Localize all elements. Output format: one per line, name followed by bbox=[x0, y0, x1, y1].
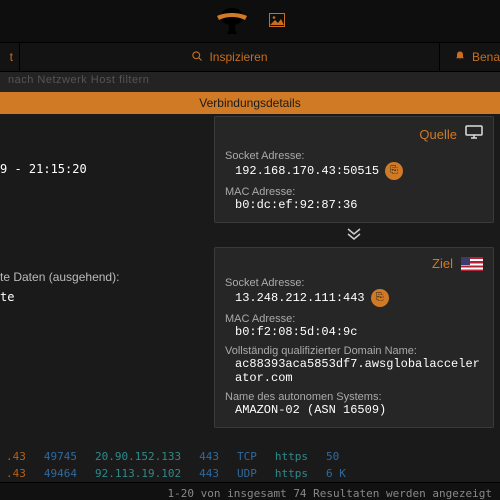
table-row[interactable]: .43 49745 20.90.152.133 443 TCP https 50 bbox=[0, 448, 500, 465]
dst-socket-value: 13.248.212.111:443 bbox=[235, 291, 365, 305]
tab-notify-label: Bena bbox=[472, 50, 500, 64]
tab-left-label: t bbox=[10, 50, 13, 64]
time-block: 9 - 21:15:20 bbox=[0, 160, 202, 178]
dest-card: Ziel Socket Adresse: 13.248.212.111:443 … bbox=[214, 247, 494, 428]
chevron-down-icon bbox=[214, 227, 494, 243]
dst-fqdn-value: ac88393aca5853df7.awsglobalaccelerator.c… bbox=[235, 357, 483, 385]
bell-icon bbox=[454, 50, 466, 65]
copy-icon[interactable]: ⎘ bbox=[385, 162, 403, 180]
src-mac-label: MAC Adresse: bbox=[225, 186, 483, 198]
monitor-icon bbox=[465, 125, 483, 144]
flag-us-icon bbox=[461, 257, 483, 271]
background-table: .43 49745 20.90.152.133 443 TCP https 50… bbox=[0, 448, 500, 500]
tab-inspect[interactable]: Inspizieren bbox=[20, 43, 440, 71]
dest-heading: Ziel bbox=[432, 256, 453, 271]
tab-notify[interactable]: Bena bbox=[440, 43, 500, 71]
copy-icon[interactable]: ⎘ bbox=[371, 289, 389, 307]
src-mac-value: b0:dc:ef:92:87:36 bbox=[235, 198, 357, 212]
app-logo bbox=[215, 6, 249, 36]
source-card: Quelle Socket Adresse: 192.168.170.43:50… bbox=[214, 116, 494, 223]
modal-title: Verbindungsdetails bbox=[0, 92, 500, 114]
src-socket-value: 192.168.170.43:50515 bbox=[235, 164, 379, 178]
dst-asn-label: Name des autonomen Systems: bbox=[225, 391, 483, 403]
table-row[interactable]: .43 49464 92.113.19.102 443 UDP https 6 … bbox=[0, 465, 500, 482]
time-value: 9 - 21:15:20 bbox=[0, 160, 202, 178]
dst-socket-label: Socket Adresse: bbox=[225, 277, 483, 289]
outgoing-value: te bbox=[0, 288, 202, 306]
picture-icon[interactable] bbox=[269, 13, 285, 30]
tab-left[interactable]: t bbox=[0, 43, 20, 71]
dst-mac-value: b0:f2:08:5d:04:9c bbox=[235, 325, 357, 339]
dst-mac-label: MAC Adresse: bbox=[225, 313, 483, 325]
outgoing-label: te Daten (ausgehend): bbox=[0, 268, 202, 286]
tab-bar: t Inspizieren Bena bbox=[0, 42, 500, 72]
dst-asn-value: AMAZON-02 (ASN 16509) bbox=[235, 403, 386, 417]
source-heading: Quelle bbox=[419, 127, 457, 142]
src-socket-label: Socket Adresse: bbox=[225, 150, 483, 162]
dst-fqdn-label: Vollständig qualifizierter Domain Name: bbox=[225, 345, 483, 357]
filter-input[interactable]: nach Netzwerk Host filtern bbox=[0, 72, 500, 92]
search-icon bbox=[191, 50, 203, 65]
pagination-text: 1-20 von insgesamt 74 Resultaten werden … bbox=[0, 482, 500, 500]
outgoing-block: te Daten (ausgehend): te bbox=[0, 268, 202, 306]
tab-inspect-label: Inspizieren bbox=[209, 50, 267, 64]
